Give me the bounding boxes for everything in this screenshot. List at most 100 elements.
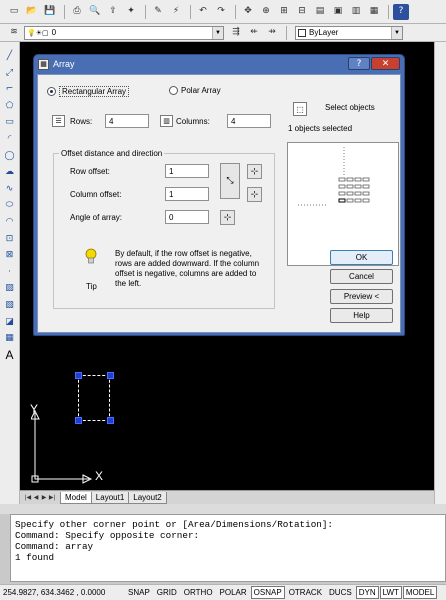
help-icon[interactable]: ? bbox=[393, 3, 409, 20]
otrack-toggle[interactable]: OTRACK bbox=[286, 586, 325, 599]
rectangular-array-option[interactable]: Rectangular Array bbox=[47, 86, 130, 97]
layer-value: 0 bbox=[51, 28, 57, 37]
angle-input[interactable]: 0 bbox=[165, 210, 209, 224]
rectangle-icon[interactable]: ▭ bbox=[2, 114, 18, 130]
properties-icon[interactable]: ▤ bbox=[312, 4, 328, 20]
ellipse-arc-icon[interactable]: ◠ bbox=[2, 214, 18, 230]
redo-icon[interactable]: ↷ bbox=[213, 4, 229, 20]
rectangular-array-radio[interactable] bbox=[47, 87, 56, 96]
pick-angle-button[interactable]: ⊹ bbox=[220, 210, 235, 225]
select-objects-label[interactable]: Select objects bbox=[325, 103, 375, 112]
tab-model[interactable]: Model bbox=[60, 491, 92, 504]
open-file-icon[interactable]: 📂 bbox=[24, 4, 40, 20]
polar-array-option[interactable]: Polar Array bbox=[169, 86, 221, 95]
layer-manager-icon[interactable]: ≋ bbox=[6, 25, 22, 41]
polygon-icon[interactable]: ⬠ bbox=[2, 98, 18, 114]
save-icon[interactable]: 💾 bbox=[42, 4, 58, 20]
polyline-icon[interactable]: ⌐ bbox=[2, 81, 18, 97]
grid-toggle[interactable]: GRID bbox=[154, 586, 180, 599]
pick-column-offset-button[interactable]: ⊹ bbox=[247, 187, 262, 202]
help-icon[interactable]: ? bbox=[348, 57, 370, 70]
command-history-line: Command: Specify opposite corner: bbox=[15, 530, 200, 541]
insert-block-icon[interactable]: ⊡ bbox=[2, 231, 18, 247]
select-objects-icon[interactable]: ⬚ bbox=[293, 102, 307, 116]
match-properties-icon[interactable]: ✎ bbox=[150, 4, 166, 20]
coordinate-readout[interactable]: 254.9827, 634.3462 , 0.0000 bbox=[3, 588, 125, 597]
lwt-toggle[interactable]: LWT bbox=[379, 586, 402, 599]
ucs-x-label: X bbox=[95, 469, 104, 483]
layer-dropdown[interactable]: 💡☀▢ 0 ▼ bbox=[24, 25, 224, 40]
pick-row-offset-button[interactable]: ⊹ bbox=[247, 164, 262, 179]
dialog-title: Array bbox=[53, 59, 75, 69]
point-icon[interactable]: · bbox=[2, 264, 18, 280]
column-offset-input[interactable]: 1 bbox=[165, 187, 209, 201]
row-offset-input[interactable]: 1 bbox=[165, 164, 209, 178]
new-file-icon[interactable]: ▭ bbox=[6, 4, 22, 20]
osnap-toggle[interactable]: OSNAP bbox=[250, 586, 285, 599]
ok-button[interactable]: OK bbox=[330, 250, 393, 265]
pan-icon[interactable]: ✥ bbox=[240, 4, 256, 20]
gradient-icon[interactable]: ▧ bbox=[2, 297, 18, 313]
next-tab-icon[interactable]: ▶ bbox=[40, 493, 48, 503]
tab-layout2[interactable]: Layout2 bbox=[128, 491, 167, 504]
toolbar-divider bbox=[235, 4, 236, 19]
design-center-icon[interactable]: ▣ bbox=[330, 4, 346, 20]
arc-icon[interactable]: ◜ bbox=[2, 131, 18, 147]
ortho-toggle[interactable]: ORTHO bbox=[181, 586, 216, 599]
layers-toolbar: ≋ 💡☀▢ 0 ▼ ⇶ ⇷ ⇸ ByLayer ▼ bbox=[0, 24, 446, 42]
help-button[interactable]: Help bbox=[330, 308, 393, 323]
zoom-previous-icon[interactable]: ⊟ bbox=[294, 4, 310, 20]
multiline-text-icon[interactable]: A bbox=[2, 347, 18, 363]
chevron-down-icon[interactable]: ▼ bbox=[212, 26, 223, 39]
grip-top-right[interactable] bbox=[107, 372, 114, 379]
calculator-icon[interactable]: ▦ bbox=[366, 4, 382, 20]
command-window-frame bbox=[0, 504, 446, 514]
tab-layout1[interactable]: Layout1 bbox=[90, 491, 130, 504]
make-block-icon[interactable]: ⊠ bbox=[2, 247, 18, 263]
revision-cloud-icon[interactable]: ☁ bbox=[2, 164, 18, 180]
dyn-toggle[interactable]: DYN bbox=[355, 586, 379, 599]
ducs-toggle[interactable]: DUCS bbox=[326, 586, 355, 599]
first-tab-icon[interactable]: |◀ bbox=[24, 493, 32, 503]
3d-dwf-icon[interactable]: ✦ bbox=[123, 4, 139, 20]
make-layer-current-icon[interactable]: ⇶ bbox=[228, 25, 244, 41]
row-offset-label: Row offset: bbox=[70, 167, 110, 176]
publish-icon[interactable]: ⇪ bbox=[105, 4, 121, 20]
cancel-button[interactable]: Cancel bbox=[330, 269, 393, 284]
undo-icon[interactable]: ↶ bbox=[195, 4, 211, 20]
close-icon[interactable]: ✕ bbox=[371, 57, 400, 70]
columns-input[interactable]: 4 bbox=[227, 114, 271, 128]
rows-input[interactable]: 4 bbox=[105, 114, 149, 128]
hatch-icon[interactable]: ▨ bbox=[2, 280, 18, 296]
print-icon[interactable]: ⎙ bbox=[69, 4, 85, 20]
snap-toggle[interactable]: SNAP bbox=[125, 586, 153, 599]
polar-array-radio[interactable] bbox=[169, 86, 178, 95]
last-tab-icon[interactable]: ▶| bbox=[48, 493, 56, 503]
layer-states-icon[interactable]: ⇸ bbox=[264, 25, 280, 41]
toolbar-divider bbox=[388, 4, 389, 19]
table-icon[interactable]: ▦ bbox=[2, 330, 18, 346]
block-editor-icon[interactable]: ⚡ bbox=[168, 4, 184, 20]
print-preview-icon[interactable]: 🔍 bbox=[87, 4, 103, 20]
ellipse-icon[interactable]: ⬭ bbox=[2, 197, 18, 213]
layer-previous-icon[interactable]: ⇷ bbox=[246, 25, 262, 41]
command-window[interactable]: Specify other corner point or [Area/Dime… bbox=[10, 514, 446, 582]
chevron-down-icon[interactable]: ▼ bbox=[391, 26, 402, 39]
spline-icon[interactable]: ∿ bbox=[2, 181, 18, 197]
grip-top-left[interactable] bbox=[75, 372, 82, 379]
color-dropdown[interactable]: ByLayer ▼ bbox=[295, 25, 403, 40]
standard-toolbar: ▭ 📂 💾 ⎙ 🔍 ⇪ ✦ ✎ ⚡ ↶ ↷ ✥ ⊕ ⊞ ⊟ ▤ ▣ ▥ ▦ ? bbox=[0, 0, 446, 24]
circle-icon[interactable]: ◯ bbox=[2, 148, 18, 164]
line-icon[interactable]: ╱ bbox=[2, 48, 18, 64]
preview-button[interactable]: Preview < bbox=[330, 289, 393, 304]
pick-both-offsets-button[interactable]: ⤡ bbox=[220, 163, 240, 199]
zoom-icon[interactable]: ⊕ bbox=[258, 4, 274, 20]
region-icon[interactable]: ◪ bbox=[2, 314, 18, 330]
tool-palettes-icon[interactable]: ▥ bbox=[348, 4, 364, 20]
construction-line-icon[interactable]: ⤢ bbox=[2, 65, 18, 81]
zoom-window-icon[interactable]: ⊞ bbox=[276, 4, 292, 20]
model-toggle[interactable]: MODEL bbox=[402, 586, 438, 599]
toolbar-divider bbox=[145, 4, 146, 19]
prev-tab-icon[interactable]: ◀ bbox=[32, 493, 40, 503]
polar-toggle[interactable]: POLAR bbox=[217, 586, 250, 599]
